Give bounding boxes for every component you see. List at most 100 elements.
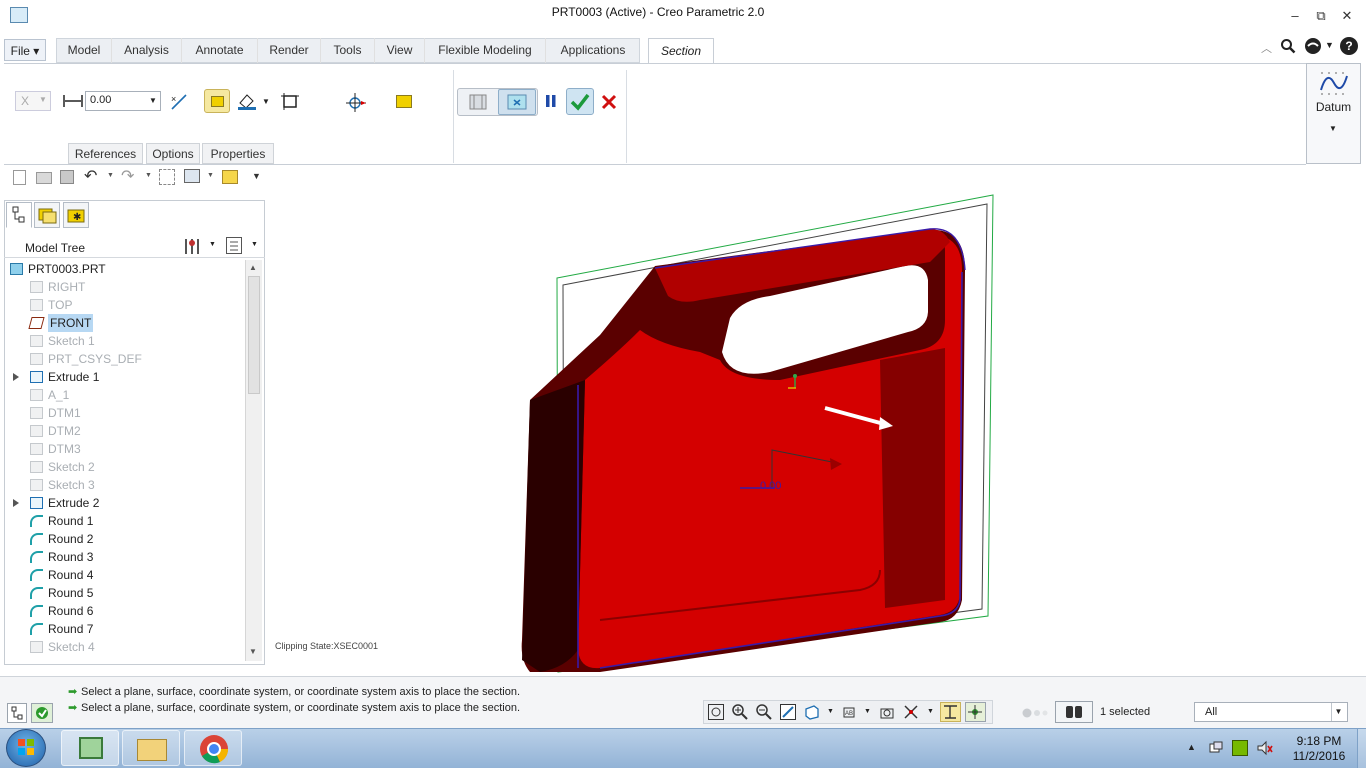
fill-color-icon[interactable] bbox=[236, 91, 258, 111]
tab-analysis[interactable]: Analysis bbox=[112, 38, 182, 63]
customize-toolbar-icon[interactable]: ▼ bbox=[252, 171, 261, 181]
undo-icon[interactable]: ↶ bbox=[84, 166, 97, 186]
tab-tools[interactable]: Tools bbox=[321, 38, 375, 63]
tree-settings-icon[interactable] bbox=[183, 237, 203, 255]
tree-item[interactable]: DTM2 bbox=[6, 422, 246, 440]
tree-item[interactable]: PRT_CSYS_DEF bbox=[6, 350, 246, 368]
redo-icon[interactable]: ↷ bbox=[121, 166, 134, 186]
zoom-out-icon[interactable] bbox=[756, 704, 772, 720]
apply-button[interactable] bbox=[566, 88, 594, 115]
tree-item[interactable]: Round 1 bbox=[6, 512, 246, 530]
clip-region-icon[interactable] bbox=[281, 93, 299, 110]
perspective-icon[interactable] bbox=[879, 704, 895, 720]
community-icon[interactable] bbox=[1304, 37, 1322, 55]
model-tree-tab[interactable] bbox=[6, 202, 32, 228]
scroll-down-icon[interactable]: ▼ bbox=[249, 647, 257, 656]
tree-item[interactable]: Sketch 2 bbox=[6, 458, 246, 476]
system-clock[interactable]: 9:18 PM 11/2/2016 bbox=[1284, 734, 1354, 764]
section-display-icon[interactable] bbox=[396, 95, 412, 108]
scroll-thumb[interactable] bbox=[248, 276, 260, 394]
minimize-ribbon-icon[interactable]: ︿ bbox=[1261, 40, 1272, 56]
refit-icon[interactable] bbox=[708, 704, 724, 720]
tab-options[interactable]: Options bbox=[146, 143, 200, 164]
minimize-button[interactable]: ‒ bbox=[1283, 6, 1307, 26]
taskbar-creo[interactable] bbox=[61, 730, 119, 766]
offset-value-input[interactable]: 0.00 ▼ bbox=[85, 91, 161, 111]
flip-direction-icon[interactable]: × bbox=[170, 93, 188, 111]
start-button[interactable] bbox=[6, 729, 46, 767]
tree-scrollbar[interactable]: ▲ ▼ bbox=[245, 260, 262, 661]
tree-item[interactable]: Round 6 bbox=[6, 602, 246, 620]
preview-geometry-icon[interactable] bbox=[462, 91, 494, 113]
taskbar-explorer[interactable] bbox=[122, 730, 180, 766]
tab-properties[interactable]: Properties bbox=[202, 143, 274, 164]
chevron-down-icon[interactable]: ▼ bbox=[145, 172, 152, 179]
tree-item[interactable]: A_1 bbox=[6, 386, 246, 404]
restore-button[interactable]: ⧉ bbox=[1309, 6, 1333, 26]
spin-center-icon[interactable] bbox=[965, 702, 986, 722]
tab-model[interactable]: Model bbox=[57, 38, 112, 63]
tree-item[interactable]: DTM1 bbox=[6, 404, 246, 422]
save-icon[interactable] bbox=[60, 170, 74, 184]
show-hidden-icons[interactable]: ▲ bbox=[1187, 742, 1196, 752]
tree-item[interactable]: Round 2 bbox=[6, 530, 246, 548]
tree-item[interactable]: TOP bbox=[6, 296, 246, 314]
chevron-down-icon[interactable]: ▼ bbox=[207, 172, 214, 179]
view-manager-icon[interactable]: AB bbox=[841, 704, 857, 720]
chevron-down-icon[interactable]: ▼ bbox=[864, 708, 871, 715]
tree-item[interactable]: PRT0003.PRT bbox=[6, 260, 246, 278]
show-columns-icon[interactable] bbox=[226, 237, 242, 254]
tree-item[interactable]: RIGHT bbox=[6, 278, 246, 296]
tab-flexible-modeling[interactable]: Flexible Modeling bbox=[425, 38, 546, 63]
display-style-icon[interactable] bbox=[903, 704, 919, 720]
datum-display-icon[interactable] bbox=[940, 702, 961, 722]
open-file-icon[interactable] bbox=[36, 172, 52, 184]
nvidia-icon[interactable] bbox=[1232, 740, 1248, 756]
tab-references[interactable]: References bbox=[68, 143, 143, 164]
tree-item[interactable]: Round 4 bbox=[6, 566, 246, 584]
close-button[interactable]: ✕ bbox=[1335, 6, 1359, 26]
scroll-up-icon[interactable]: ▲ bbox=[249, 263, 257, 272]
tree-item[interactable]: FRONT bbox=[6, 314, 246, 332]
chevron-down-icon[interactable]: ▼ bbox=[209, 241, 216, 248]
tree-item[interactable]: Extrude 1 bbox=[6, 368, 246, 386]
browser-toggle-icon[interactable] bbox=[31, 703, 53, 723]
cancel-icon[interactable] bbox=[600, 93, 618, 111]
file-menu-button[interactable]: File ▾ bbox=[4, 39, 46, 61]
expand-arrow-icon[interactable] bbox=[13, 373, 19, 381]
tree-item[interactable]: Sketch 1 bbox=[6, 332, 246, 350]
tab-annotate[interactable]: Annotate bbox=[182, 38, 258, 63]
tree-item[interactable]: Round 7 bbox=[6, 620, 246, 638]
folder-browser-tab[interactable] bbox=[34, 202, 60, 228]
chevron-down-icon[interactable]: ▼ bbox=[927, 708, 934, 715]
tab-applications[interactable]: Applications bbox=[546, 38, 640, 63]
tree-item[interactable]: Sketch 3 bbox=[6, 476, 246, 494]
chevron-down-icon[interactable]: ▼ bbox=[251, 241, 258, 248]
zoom-in-icon[interactable] bbox=[732, 704, 748, 720]
regenerate-icon[interactable] bbox=[159, 169, 175, 185]
offset-dimension-value[interactable]: 0.00 bbox=[760, 480, 781, 492]
tab-render[interactable]: Render bbox=[258, 38, 321, 63]
csys-placement-icon[interactable] bbox=[344, 91, 368, 113]
chevron-down-icon[interactable]: ▼ bbox=[262, 97, 270, 106]
chevron-down-icon[interactable]: ▼ bbox=[827, 708, 834, 715]
tree-item[interactable]: Round 3 bbox=[6, 548, 246, 566]
taskbar-chrome[interactable] bbox=[184, 730, 242, 766]
windows-icon[interactable] bbox=[184, 169, 200, 183]
tree-item[interactable]: DTM3 bbox=[6, 440, 246, 458]
search-icon[interactable] bbox=[1280, 38, 1296, 54]
pause-icon[interactable] bbox=[545, 94, 557, 108]
x-select-dropdown[interactable]: X ▼ bbox=[15, 91, 51, 111]
model-tree-toggle-icon[interactable] bbox=[7, 703, 27, 723]
network-icon[interactable] bbox=[1208, 740, 1224, 756]
show-desktop-button[interactable] bbox=[1357, 729, 1366, 768]
find-icon[interactable] bbox=[1055, 701, 1093, 723]
new-file-icon[interactable] bbox=[13, 170, 26, 185]
close-window-icon[interactable] bbox=[222, 170, 238, 184]
verify-mode-button[interactable] bbox=[498, 89, 536, 115]
tree-item[interactable]: Round 5 bbox=[6, 584, 246, 602]
tree-item[interactable]: Sketch 4 bbox=[6, 638, 246, 656]
repaint-icon[interactable] bbox=[780, 704, 796, 720]
tab-section[interactable]: Section bbox=[648, 38, 714, 64]
favorites-tab[interactable]: ✱ bbox=[63, 202, 89, 228]
